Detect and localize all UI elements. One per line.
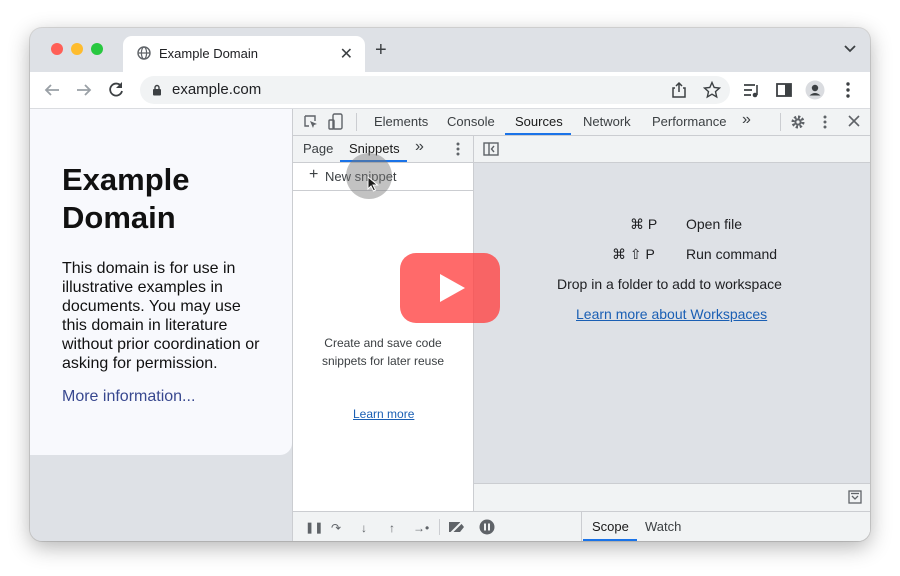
toggle-navigator-icon[interactable] [483, 142, 499, 156]
snippets-empty-message: Create and save code snippets for later … [321, 336, 445, 368]
minimize-window-button[interactable] [71, 43, 83, 55]
tab-page[interactable]: Page [303, 141, 333, 156]
step-icon[interactable]: →• [413, 521, 429, 535]
run-command-label: Run command [686, 246, 778, 262]
editor-footer [474, 483, 870, 512]
drop-folder-hint: Drop in a folder to add to workspace [557, 276, 782, 292]
close-tab-icon[interactable]: ✕ [340, 44, 353, 64]
close-devtools-icon[interactable] [848, 115, 860, 127]
menu-kebab-icon[interactable] [838, 80, 858, 100]
bookmark-star-icon[interactable] [703, 81, 721, 99]
back-icon[interactable] [42, 80, 62, 100]
tab-sources[interactable]: Sources [515, 114, 563, 129]
globe-icon [137, 46, 151, 60]
active-tab-indicator [505, 133, 571, 135]
device-toolbar-icon[interactable] [328, 113, 344, 131]
tab-title: Example Domain [159, 46, 258, 61]
deactivate-breakpoints-icon[interactable] [448, 519, 466, 535]
step-into-icon[interactable]: ↓ [361, 521, 367, 535]
tab-performance[interactable]: Performance [652, 114, 726, 129]
side-panel-icon[interactable] [774, 80, 794, 100]
page-background [30, 455, 292, 541]
chevron-down-icon[interactable] [844, 44, 856, 54]
browser-tab[interactable]: Example Domain ✕ [123, 36, 365, 72]
workspaces-link[interactable]: Learn more about Workspaces [576, 306, 767, 322]
more-tabs-icon[interactable]: » [742, 111, 751, 129]
toolbar-divider [356, 113, 357, 131]
run-command-shortcut-keys: ⌘ ⇧ P [612, 246, 655, 262]
tab-scope[interactable]: Scope [592, 519, 629, 534]
page-description: This domain is for use in illustrative e… [62, 260, 260, 372]
tab-network[interactable]: Network [583, 114, 631, 129]
new-tab-button[interactable]: + [375, 40, 387, 60]
step-over-icon[interactable]: ↷ [331, 521, 341, 535]
open-file-label: Open file [686, 216, 743, 232]
more-information-link[interactable]: More information... [62, 388, 195, 406]
address-bar[interactable]: example.com [140, 76, 730, 104]
tab-console[interactable]: Console [447, 114, 495, 129]
forward-icon[interactable] [74, 80, 94, 100]
settings-gear-icon[interactable] [790, 114, 806, 130]
toolbar-divider [780, 113, 781, 131]
pane-divider [581, 512, 582, 541]
profile-avatar-icon[interactable] [805, 80, 825, 100]
page-content: Example Domain This domain is for use in… [30, 109, 292, 455]
reload-icon[interactable] [106, 80, 126, 100]
inspect-element-icon[interactable] [303, 114, 319, 130]
learn-more-link[interactable]: Learn more [353, 407, 414, 421]
browser-toolbar: example.com [30, 72, 870, 109]
pause-icon[interactable]: ❚❚ [305, 521, 323, 534]
share-icon[interactable] [671, 81, 687, 99]
devtools-menu-icon[interactable] [821, 114, 829, 130]
play-video-button[interactable] [400, 253, 500, 323]
step-out-icon[interactable]: ↑ [389, 521, 395, 535]
debugger-toolbar: ❚❚ ↷ ↓ ↑ →• Scope Watch [293, 511, 870, 541]
play-icon [440, 274, 465, 302]
more-navigator-tabs-icon[interactable]: » [415, 138, 424, 156]
page-title: Example Domain [62, 162, 190, 235]
editor-area: ⌘ P Open file ⌘ ⇧ P Run command Drop in … [474, 136, 870, 512]
toggle-debugger-icon[interactable] [848, 490, 862, 504]
url-text: example.com [172, 81, 262, 98]
editor-toolbar [474, 136, 870, 163]
open-file-shortcut-keys: ⌘ P [630, 216, 658, 232]
plus-icon: + [309, 166, 319, 183]
navigator-menu-icon[interactable] [454, 141, 462, 157]
tab-elements[interactable]: Elements [374, 114, 428, 129]
close-window-button[interactable] [51, 43, 63, 55]
toolbar-divider [439, 519, 440, 535]
scope-tab-indicator [583, 539, 637, 541]
tab-watch[interactable]: Watch [645, 519, 681, 534]
pause-on-exceptions-icon[interactable] [479, 519, 495, 535]
zoom-window-button[interactable] [91, 43, 103, 55]
media-queue-icon[interactable] [741, 80, 761, 100]
mouse-pointer-icon [367, 176, 379, 192]
devtools-tab-bar: Elements Console Sources Network Perform… [293, 109, 870, 136]
lock-icon [153, 84, 161, 96]
